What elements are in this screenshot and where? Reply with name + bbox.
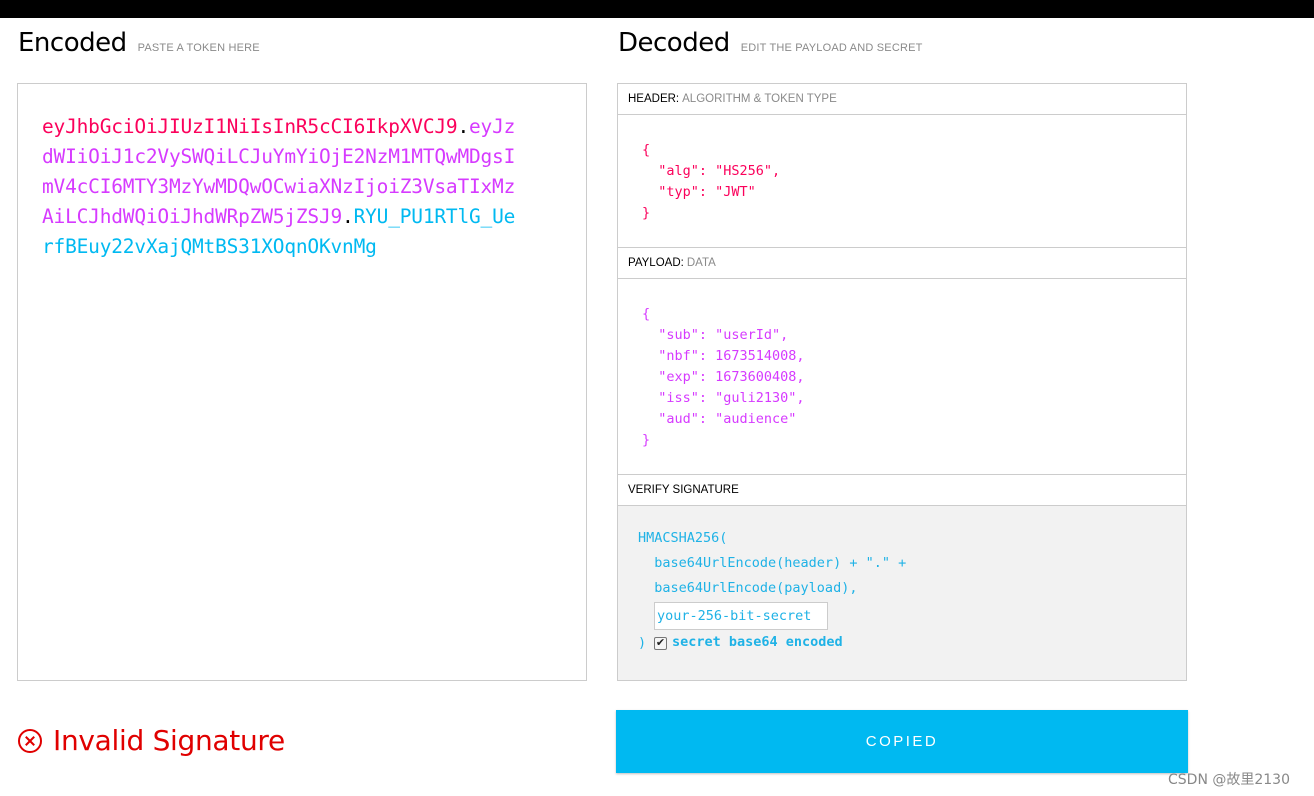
payload-json-editor[interactable]: { "sub": "userId", "nbf": 1673514008, "e… (642, 304, 805, 451)
header-panel-heading: HEADER: ALGORITHM & TOKEN TYPE (618, 84, 1186, 115)
header-json-editor[interactable]: { "alg": "HS256", "typ": "JWT" } (642, 140, 780, 224)
token-header-part: eyJhbGciOiJIUzI1NiIsInR5cCI6IkpXVCJ9 (42, 115, 458, 138)
payload-panel-heading: PAYLOAD: DATA (618, 248, 1186, 279)
token-dot: . (457, 115, 469, 138)
invalid-x-circle-icon (18, 728, 42, 753)
payload-sublabel: DATA (686, 257, 716, 269)
encoded-subtitle: PASTE A TOKEN HERE (137, 42, 260, 54)
encoded-token-textarea[interactable]: eyJhbGciOiJIUzI1NiIsInR5cCI6IkpXVCJ9.eyJ… (17, 83, 587, 681)
token-dot: . (342, 205, 354, 228)
decoded-panel: HEADER: ALGORITHM & TOKEN TYPE { "alg": "… (617, 83, 1187, 681)
base64-checkbox[interactable]: ✔ (654, 637, 667, 650)
watermark: CSDN @故里2130 (1168, 772, 1290, 788)
signature-panel-heading: VERIFY SIGNATURE (618, 475, 1186, 506)
hmac-function-line: HMACSHA256( (638, 530, 728, 546)
signature-status-text: Invalid Signature (53, 724, 285, 757)
signature-status: Invalid Signature (18, 724, 285, 757)
signature-area: HMACSHA256( base64UrlEncode(header) + ".… (618, 506, 1186, 680)
header-sublabel: ALGORITHM & TOKEN TYPE (682, 93, 837, 105)
payload-encode-line: base64UrlEncode(payload), (638, 580, 858, 596)
base64-checkbox-label[interactable]: secret base64 encoded (672, 634, 843, 650)
encoded-title: Encoded (18, 28, 127, 58)
encoded-section-title: Encoded PASTE A TOKEN HERE (18, 28, 260, 58)
decoded-title: Decoded (618, 28, 730, 58)
encoded-token-text[interactable]: eyJhbGciOiJIUzI1NiIsInR5cCI6IkpXVCJ9.eyJ… (42, 112, 522, 262)
header-encode-line: base64UrlEncode(header) + "." + (638, 555, 907, 571)
secret-input[interactable]: your-256-bit-secret (654, 602, 828, 630)
decoded-section-title: Decoded EDIT THE PAYLOAD AND SECRET (618, 28, 923, 58)
payload-label: PAYLOAD: (628, 257, 684, 269)
decoded-subtitle: EDIT THE PAYLOAD AND SECRET (740, 42, 923, 54)
closing-paren: ) (638, 635, 647, 651)
copied-button[interactable]: COPIED (616, 710, 1188, 773)
top-black-bar (0, 0, 1314, 18)
header-label: HEADER: (628, 93, 680, 105)
signature-label: VERIFY SIGNATURE (628, 484, 739, 496)
